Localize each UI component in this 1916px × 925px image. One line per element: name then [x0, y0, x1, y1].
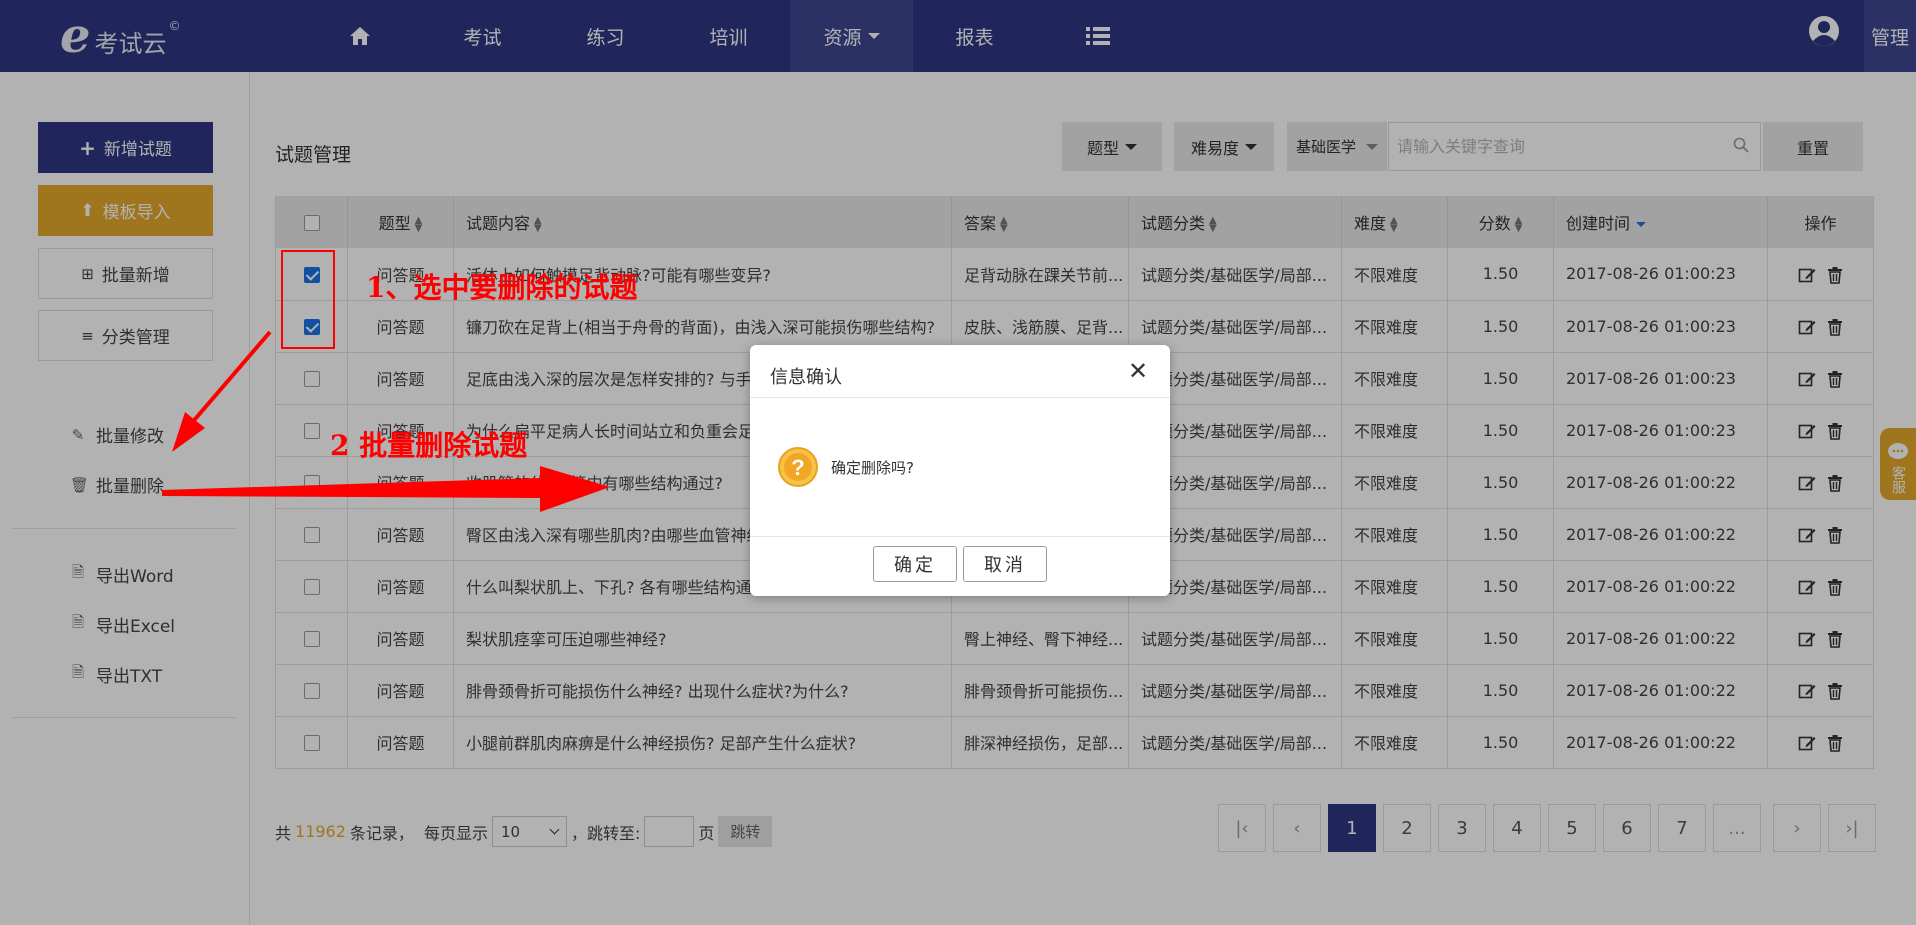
svg-text:?: ? — [791, 455, 804, 480]
dialog-divider — [750, 536, 1170, 537]
close-icon[interactable]: ✕ — [1126, 359, 1150, 383]
dialog-divider — [750, 397, 1170, 398]
annotation-step1: 1、选中要删除的试题 — [366, 271, 638, 304]
question-mark-icon: ? — [778, 447, 818, 487]
dialog-message: 确定删除吗? — [831, 459, 914, 477]
confirm-dialog: 信息确认 ✕ ? 确定删除吗? 确定 取消 — [750, 345, 1170, 596]
confirm-cancel-button[interactable]: 取消 — [963, 546, 1047, 582]
annotation-step2: 2 批量删除试题 — [330, 429, 528, 462]
dialog-title: 信息确认 — [770, 367, 842, 388]
selection-highlight-box — [281, 250, 335, 349]
confirm-ok-button[interactable]: 确定 — [873, 546, 957, 582]
